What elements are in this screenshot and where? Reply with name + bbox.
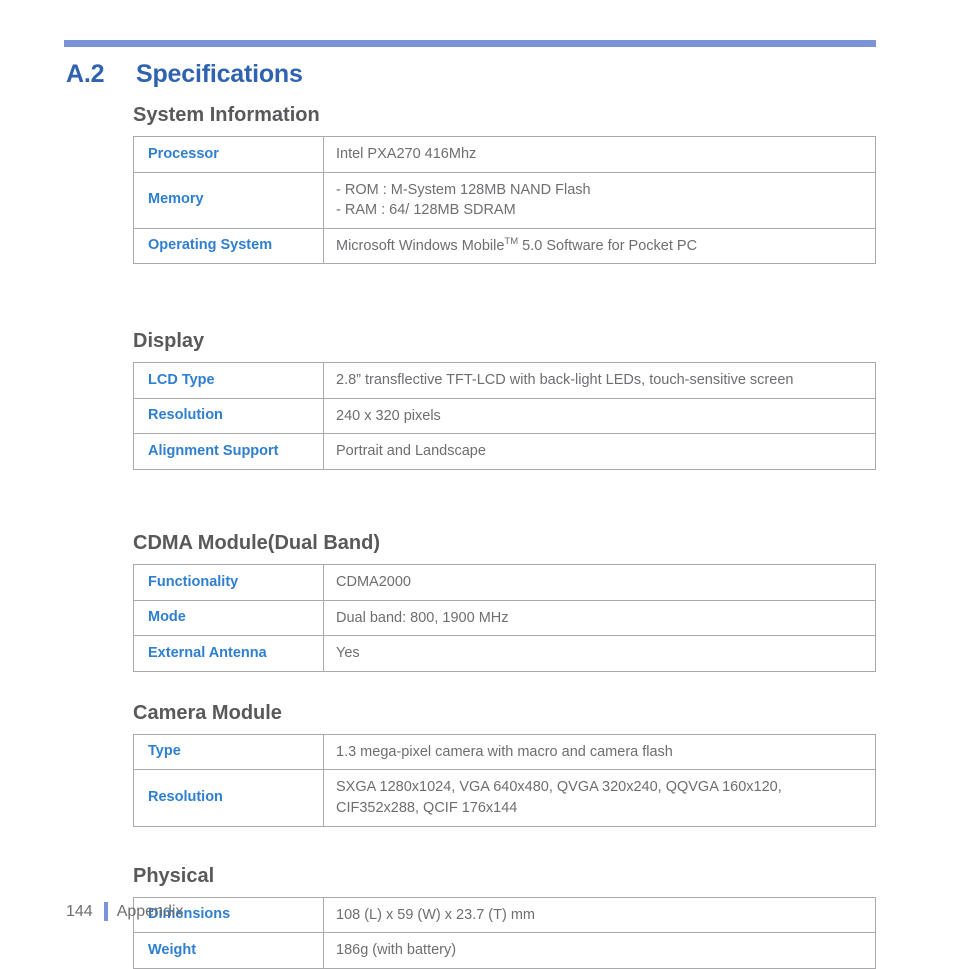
spec-value-line: 240 x 320 pixels xyxy=(336,407,441,424)
table-row: Type 1.3 mega-pixel camera with macro an… xyxy=(133,734,876,770)
footer-page-number: 144 xyxy=(66,902,93,920)
spec-label: Resolution xyxy=(133,398,324,434)
spec-value: SXGA 1280x1024, VGA 640x480, QVGA 320x24… xyxy=(324,770,876,826)
section-cdma-module: CDMA Module(Dual Band) Functionality CDM… xyxy=(133,532,876,672)
spec-table-camera-module: Type 1.3 mega-pixel camera with macro an… xyxy=(133,733,876,827)
spec-label: Resolution xyxy=(133,769,324,827)
section-display: Display LCD Type 2.8” transflective TFT-… xyxy=(133,330,876,471)
spec-value: - ROM : M-System 128MB NAND Flash - RAM … xyxy=(324,172,876,228)
spec-label: Alignment Support xyxy=(133,433,324,470)
table-row: Resolution 240 x 320 pixels xyxy=(133,398,876,434)
os-name-text: Microsoft Windows Mobile xyxy=(336,237,505,254)
spec-value-line: 2.8” transflective TFT-LCD with back-lig… xyxy=(336,372,794,389)
table-row: Dimensions 108 (L) x 59 (W) x 23.7 (T) m… xyxy=(133,897,876,933)
spec-value-line: 108 (L) x 59 (W) x 23.7 (T) mm xyxy=(336,906,536,923)
spec-value: Intel PXA270 416Mhz xyxy=(324,137,876,173)
os-version-text: 5.0 Software for Pocket PC xyxy=(518,237,698,254)
spec-value: 2.8” transflective TFT-LCD with back-lig… xyxy=(324,363,876,399)
spec-label: External Antenna xyxy=(133,635,324,672)
table-row: Mode Dual band: 800, 1900 MHz xyxy=(133,600,876,636)
spec-label: Processor xyxy=(133,136,324,173)
spec-value: CDMA2000 xyxy=(324,565,876,601)
spec-label: Mode xyxy=(133,600,324,636)
spec-value-line: - ROM : M-System 128MB NAND Flash xyxy=(336,181,591,198)
spec-label: LCD Type xyxy=(133,362,324,399)
spec-value: Dual band: 800, 1900 MHz xyxy=(324,600,876,636)
spec-table-system-information: Processor Intel PXA270 416Mhz Memory - R… xyxy=(133,136,876,265)
spec-label: Weight xyxy=(133,932,324,969)
trademark-symbol: TM xyxy=(504,235,519,247)
page-footer: 144 Appendix xyxy=(66,902,183,921)
document-page: A.2 Specifications System Information Pr… xyxy=(0,0,954,969)
spec-value: Yes xyxy=(324,636,876,672)
spec-value-line: 186g (with battery) xyxy=(336,942,457,959)
spec-table-physical: Dimensions 108 (L) x 59 (W) x 23.7 (T) m… xyxy=(133,896,876,969)
table-row: Resolution SXGA 1280x1024, VGA 640x480, … xyxy=(133,769,876,827)
chapter-title-text: Specifications xyxy=(136,60,303,88)
spec-value-line: Intel PXA270 416Mhz xyxy=(336,146,477,162)
spec-value-line: CIF352x288, QCIF 176x144 xyxy=(336,799,518,816)
spec-table-display: LCD Type 2.8” transflective TFT-LCD with… xyxy=(133,362,876,471)
footer-divider xyxy=(103,902,108,921)
section-physical: Physical Dimensions 108 (L) x 59 (W) x 2… xyxy=(133,865,876,969)
page-title: A.2 Specifications xyxy=(66,60,303,89)
table-row: Alignment Support Portrait and Landscape xyxy=(133,433,876,470)
table-row: Processor Intel PXA270 416Mhz xyxy=(133,136,876,173)
spec-value-line: Portrait and Landscape xyxy=(336,443,486,460)
spec-value: Portrait and Landscape xyxy=(324,434,876,470)
section-camera-module: Camera Module Type 1.3 mega-pixel camera… xyxy=(133,702,876,827)
spec-label: Memory xyxy=(133,172,324,229)
spec-value-line: CDMA2000 xyxy=(336,574,411,591)
section-heading: Physical xyxy=(133,864,215,887)
spec-value: 1.3 mega-pixel camera with macro and cam… xyxy=(324,734,876,770)
spec-value-line: - RAM : 64/ 128MB SDRAM xyxy=(336,202,516,219)
specifications-content: System Information Processor Intel PXA27… xyxy=(133,104,876,969)
spec-value: 108 (L) x 59 (W) x 23.7 (T) mm xyxy=(324,897,876,933)
table-row: Operating System Microsoft Windows Mobil… xyxy=(133,228,876,264)
section-heading: CDMA Module(Dual Band) xyxy=(133,532,381,555)
section-heading: System Information xyxy=(133,104,320,126)
table-row: External Antenna Yes xyxy=(133,635,876,672)
spec-value-line: SXGA 1280x1024, VGA 640x480, QVGA 320x24… xyxy=(336,779,782,796)
table-row: Functionality CDMA2000 xyxy=(133,564,876,601)
spec-value-line-os: Microsoft Windows MobileTM 5.0 Software … xyxy=(336,236,867,257)
spec-value: 240 x 320 pixels xyxy=(324,398,876,434)
table-row: Weight 186g (with battery) xyxy=(133,932,876,969)
table-row: Memory - ROM : M-System 128MB NAND Flash… xyxy=(133,172,876,229)
section-system-information: System Information Processor Intel PXA27… xyxy=(133,104,876,265)
chapter-number: A.2 xyxy=(66,60,105,88)
spec-label: Operating System xyxy=(133,228,324,264)
section-heading: Camera Module xyxy=(133,701,282,724)
spec-value-line: Yes xyxy=(336,645,360,662)
header-accent-rule xyxy=(64,40,876,47)
spec-value-line: 1.3 mega-pixel camera with macro and cam… xyxy=(336,743,673,760)
spec-table-cdma-module: Functionality CDMA2000 Mode Dual band: 8… xyxy=(133,564,876,672)
spec-value-line: Dual band: 800, 1900 MHz xyxy=(336,609,509,626)
spec-value: Microsoft Windows MobileTM 5.0 Software … xyxy=(324,228,876,264)
spec-label: Type xyxy=(133,734,324,770)
spec-value: 186g (with battery) xyxy=(324,933,876,969)
table-row: LCD Type 2.8” transflective TFT-LCD with… xyxy=(133,362,876,399)
spec-label: Functionality xyxy=(133,564,324,601)
section-heading: Display xyxy=(133,330,205,353)
footer-section-label: Appendix xyxy=(116,902,184,920)
